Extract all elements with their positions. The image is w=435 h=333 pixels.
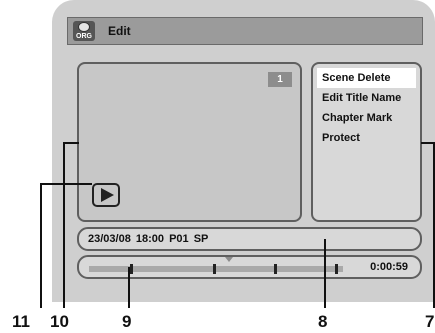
play-button[interactable]	[92, 183, 120, 207]
callout-7: 7	[425, 312, 435, 331]
callout-line-11	[40, 183, 92, 185]
menu-item-edit-title-name[interactable]: Edit Title Name	[317, 88, 416, 108]
play-icon	[101, 188, 114, 202]
callout-10: 10	[50, 312, 69, 331]
callout-line-11-v	[40, 183, 42, 308]
edit-menu: Scene Delete Edit Title Name Chapter Mar…	[311, 62, 422, 222]
menu-item-chapter-mark[interactable]: Chapter Mark	[317, 108, 416, 128]
callout-8: 8	[318, 312, 328, 331]
callout-line-9	[128, 267, 130, 308]
callout-line-10-v	[63, 142, 65, 308]
recording-info-bar: 23/03/08 18:00 P01 SP	[77, 227, 422, 251]
org-icon-label: ORG	[76, 33, 92, 40]
chapter-mark-tick	[130, 264, 133, 274]
org-disc-icon: ORG	[73, 21, 95, 41]
page-title: Edit	[108, 24, 131, 38]
preview-window: 1	[77, 62, 302, 222]
callout-9: 9	[122, 312, 132, 331]
elapsed-time: 0:00:59	[370, 261, 408, 273]
menu-item-scene-delete[interactable]: Scene Delete	[317, 68, 416, 88]
callout-11: 11	[12, 312, 30, 331]
title-bar: ORG Edit	[67, 17, 423, 45]
title-number-badge: 1	[268, 72, 292, 87]
callout-line-8	[324, 239, 326, 308]
recording-info-text: 23/03/08 18:00 P01 SP	[88, 233, 209, 245]
callout-line-10	[63, 142, 79, 144]
chapter-mark-tick	[274, 264, 277, 274]
menu-item-protect[interactable]: Protect	[317, 128, 416, 148]
chapter-mark-tick	[213, 264, 216, 274]
position-marker	[225, 257, 233, 262]
end-marker	[335, 264, 338, 274]
